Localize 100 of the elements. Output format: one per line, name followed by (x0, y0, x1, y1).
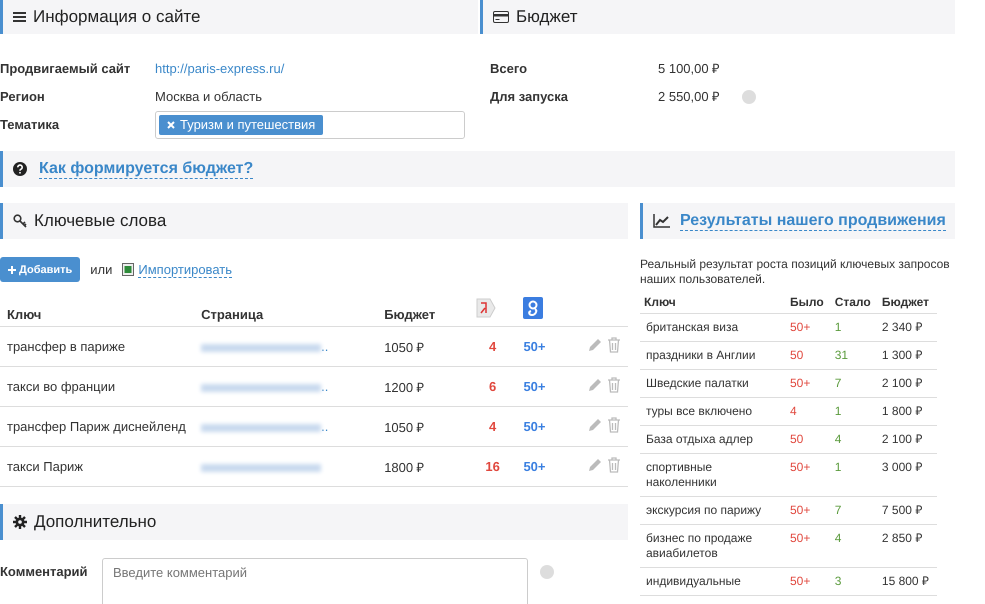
budget-cell: 15 800 ₽ (878, 568, 937, 596)
link-ellipsis: .. (321, 339, 328, 354)
trash-icon[interactable] (607, 457, 621, 473)
before-position: 50+ (786, 454, 831, 496)
import-link[interactable]: Импортировать (138, 262, 232, 278)
section-title: Информация о сайте (33, 7, 200, 27)
yandex-position: 4 (468, 326, 516, 366)
yandex-icon (476, 297, 496, 319)
before-position: 4 (786, 398, 831, 426)
field-value: Москва и область (155, 88, 262, 106)
keyword-cell: такси Париж (0, 446, 194, 486)
pencil-icon[interactable] (587, 377, 603, 393)
yandex-position: 6 (468, 366, 516, 406)
trash-icon[interactable] (607, 377, 621, 393)
pencil-icon[interactable] (587, 417, 603, 433)
keyword-cell: праздники в Англии (640, 342, 786, 370)
help-icon[interactable] (742, 90, 756, 104)
budget-cell: 1050 ₽ (377, 406, 469, 446)
after-position: 4 (830, 524, 878, 568)
keyword-cell: британская виза (640, 314, 786, 342)
key-icon (13, 214, 27, 228)
tag-input-field[interactable]: Туризм и путешествия (155, 111, 465, 139)
before-position: 50 (786, 342, 831, 370)
menu-icon (13, 11, 26, 23)
column-header: Стало (830, 291, 878, 314)
field-label: Для запуска (490, 88, 569, 106)
results-link[interactable]: Результаты нашего продвижения (680, 212, 946, 230)
column-header: Ключ (0, 290, 194, 326)
field-label: Комментарий (0, 563, 89, 581)
trash-icon[interactable] (607, 417, 621, 433)
topic-tag[interactable]: Туризм и путешествия (159, 115, 324, 135)
keyword-cell: туры все включено (640, 398, 786, 426)
after-position: 7 (830, 496, 878, 524)
pencil-icon[interactable] (587, 457, 603, 473)
column-header: Страница (194, 290, 378, 326)
field-label: Всего (490, 60, 528, 78)
or-label: или (90, 262, 112, 277)
column-header: Ключ (640, 291, 786, 314)
column-header: Бюджет (878, 291, 937, 314)
field-label: Продвигаемый сайт (0, 60, 132, 78)
keyword-cell: трансфер Париж диснейленд (0, 406, 194, 446)
google-position: 50+ (516, 446, 580, 486)
keyword-cell: экскурсия по парижу (640, 496, 786, 524)
keyword-cell: такси во франции (0, 366, 194, 406)
section-title: Ключевые слова (34, 211, 166, 231)
budget-cell: 2 100 ₽ (878, 426, 937, 454)
spreadsheet-icon (122, 263, 134, 276)
google-position: 50+ (516, 366, 580, 406)
keyword-cell: трансфер в париже (0, 326, 194, 366)
column-header: Бюджет (377, 290, 469, 326)
link-ellipsis: .. (321, 379, 328, 394)
link-ellipsis: .. (321, 419, 328, 434)
budget-cell: 1 300 ₽ (878, 342, 937, 370)
after-position: 1 (830, 314, 878, 342)
remove-icon[interactable] (167, 121, 175, 129)
budget-amount: 5 100,00 ₽ (658, 60, 720, 78)
before-position: 50 (786, 426, 831, 454)
results-description: Реальный результат роста позиций ключевых запросов наших пользователей. (640, 257, 951, 287)
keyword-cell: индивидуальные (640, 568, 786, 596)
before-position: 50+ (786, 568, 831, 596)
budget-cell: 2 340 ₽ (878, 314, 937, 342)
site-link[interactable]: http://paris-express.ru/ (155, 55, 284, 83)
keyword-cell: База отдыха адлер (640, 426, 786, 454)
budget-cell: 1200 ₽ (377, 366, 469, 406)
google-position: 50+ (516, 406, 580, 446)
budget-cell: 1050 ₽ (377, 326, 469, 366)
after-position: 4 (830, 426, 878, 454)
keyword-cell: спортивные наколенники (640, 454, 786, 496)
column-header: Было (786, 291, 831, 314)
field-label: Регион (0, 88, 46, 106)
pencil-icon[interactable] (587, 337, 603, 353)
budget-cell: 2 100 ₽ (878, 370, 937, 398)
after-position: 1 (830, 454, 878, 496)
budget-help-link[interactable]: Как формируется бюджет? (39, 160, 254, 178)
section-title: Бюджет (516, 7, 578, 27)
budget-cell: 1800 ₽ (377, 446, 469, 486)
after-position: 7 (830, 370, 878, 398)
comment-field[interactable]: Введите комментарий (102, 558, 528, 604)
google-icon (523, 297, 544, 319)
after-position: 3 (830, 568, 878, 596)
add-button[interactable]: Добавить (0, 257, 80, 282)
credit-card-icon (493, 11, 509, 23)
yandex-position: 16 (468, 446, 516, 486)
trash-icon[interactable] (607, 337, 621, 353)
section-title: Дополнительно (34, 512, 156, 532)
help-icon[interactable] (540, 565, 554, 579)
keyword-cell: бизнес по продаже авиабилетов (640, 524, 786, 568)
yandex-position: 4 (468, 406, 516, 446)
budget-cell: 1 800 ₽ (878, 398, 937, 426)
before-position: 50+ (786, 314, 831, 342)
budget-cell: 3 000 ₽ (878, 454, 937, 496)
line-chart-icon (653, 214, 670, 228)
after-position: 31 (830, 342, 878, 370)
keyword-cell: Шведские палатки (640, 370, 786, 398)
before-position: 50+ (786, 524, 831, 568)
field-label: Тематика (0, 116, 60, 134)
after-position: 1 (830, 398, 878, 426)
plus-icon (8, 266, 16, 274)
question-icon (13, 162, 27, 176)
before-position: 50+ (786, 370, 831, 398)
